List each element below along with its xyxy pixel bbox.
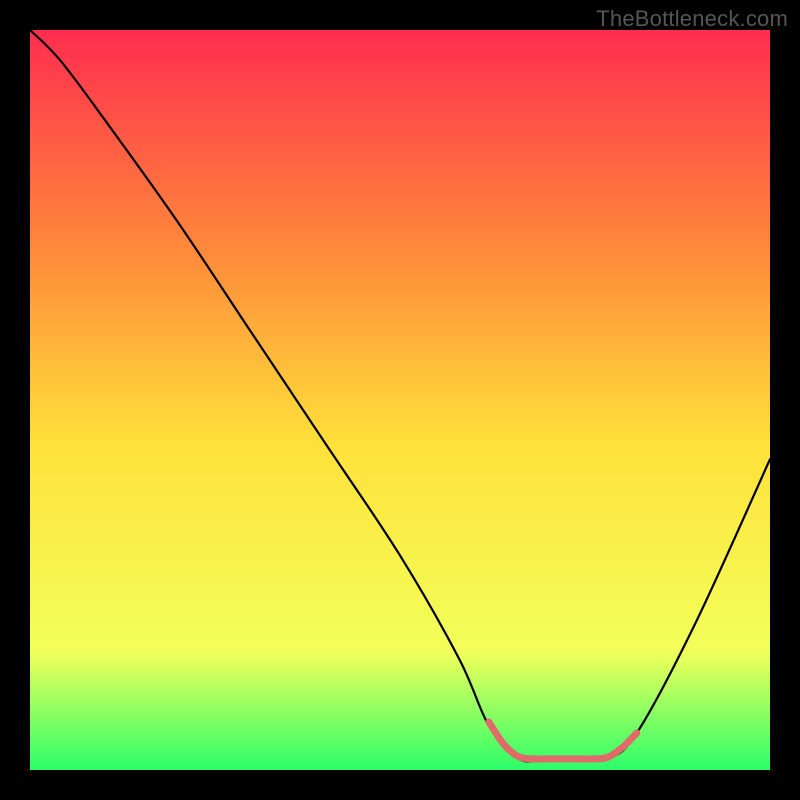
watermark-text: TheBottleneck.com [596, 6, 788, 32]
chart-svg [30, 30, 770, 770]
chart-container: TheBottleneck.com [0, 0, 800, 800]
plot-area [30, 30, 770, 770]
gradient-background [30, 30, 770, 770]
